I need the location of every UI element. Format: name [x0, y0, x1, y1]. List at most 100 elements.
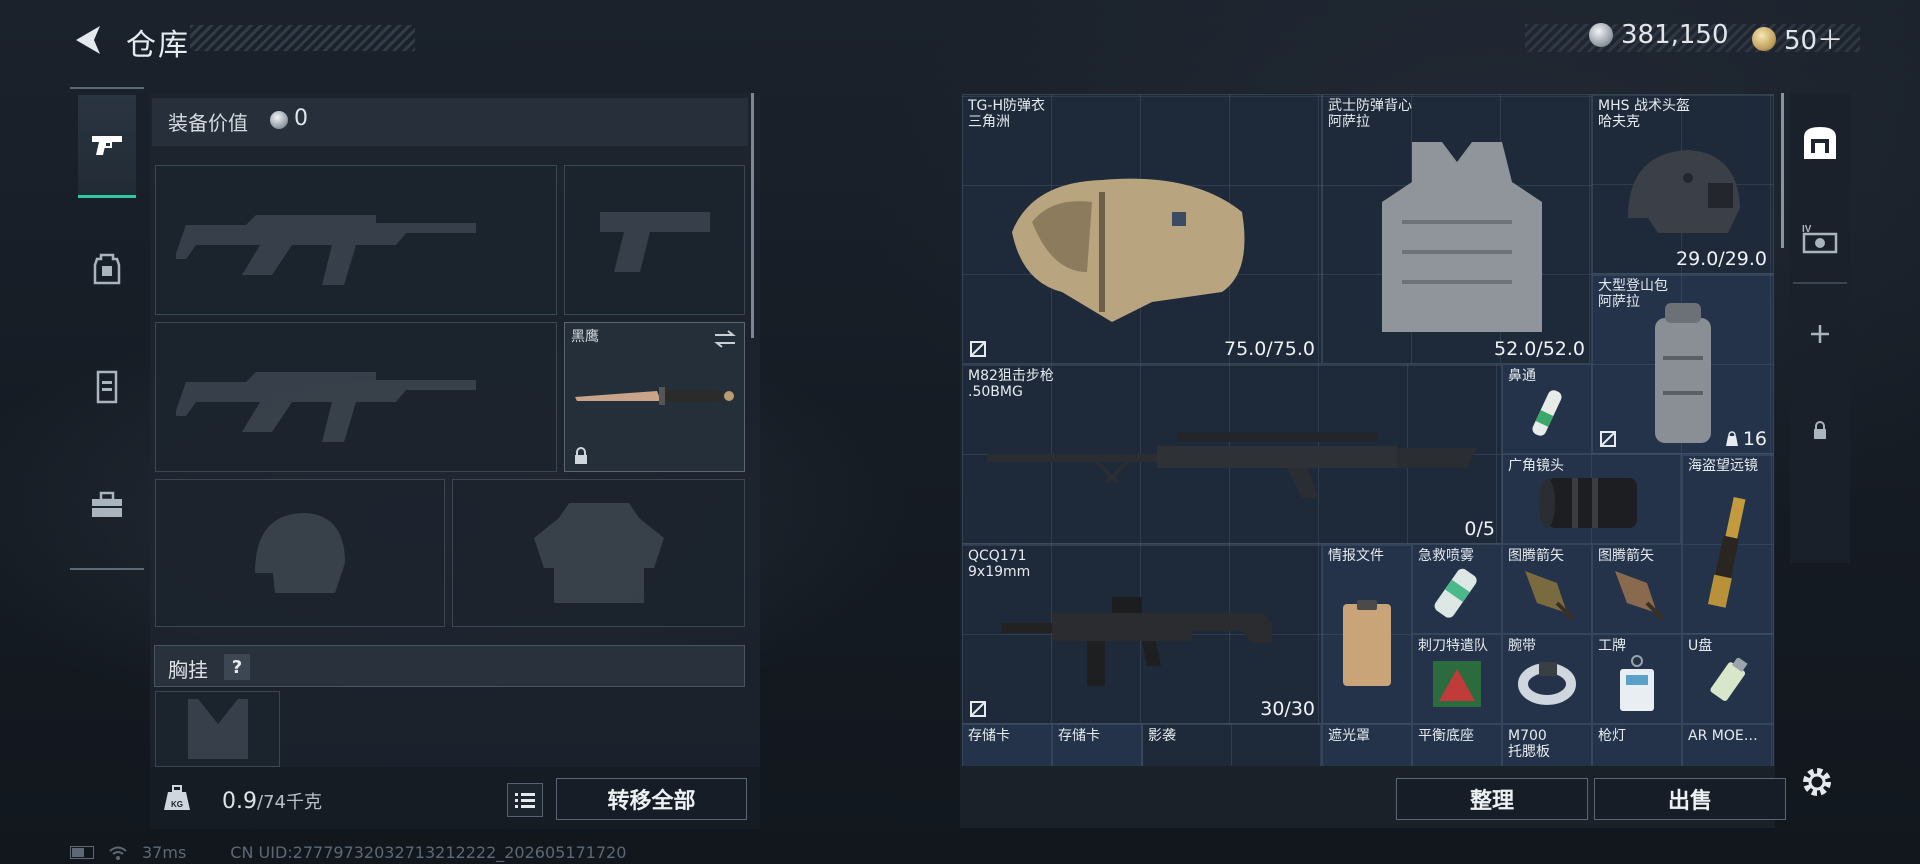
weight-icon: KG — [162, 783, 192, 813]
item-name: TG-H防弹衣 — [968, 98, 1045, 114]
silver-amount: 381,150 — [1621, 20, 1729, 50]
arrowhead-icon — [1615, 571, 1665, 621]
sell-button[interactable]: 出售 — [1594, 778, 1786, 820]
help-button[interactable]: ? — [224, 654, 250, 680]
current-weight: 0.9 — [222, 789, 257, 814]
melee-slot[interactable]: 黑鹰 — [564, 322, 745, 472]
list-icon — [515, 793, 535, 808]
item-name: 平衡底座 — [1418, 728, 1474, 744]
stash-item-ar-moe[interactable]: AR MOE… — [1682, 724, 1774, 766]
back-icon[interactable] — [70, 22, 106, 58]
wristband-icon — [1518, 662, 1576, 706]
stash-item-mhs-helmet[interactable]: MHS 战术头盔 哈夫克 29.0/29.0 — [1592, 94, 1774, 274]
side-tab-locked[interactable] — [1792, 408, 1848, 452]
rifle-silhouette-icon — [176, 215, 476, 285]
item-origin: 托腮板 — [1508, 744, 1550, 760]
helmet-slot[interactable] — [155, 479, 445, 627]
stash-item-samurai-vest[interactable]: 武士防弹背心 阿萨拉 52.0/52.0 — [1322, 94, 1592, 364]
armor-silhouette-icon — [533, 503, 664, 603]
stash-item-totem-arrow-1[interactable]: 图腾箭矢 — [1502, 544, 1592, 634]
primary-weapon-slot[interactable] — [155, 165, 557, 315]
body-armor-slot[interactable] — [452, 479, 745, 627]
stash-grid: TG-H防弹衣 三角洲 75.0/75.0 武士防弹背心 阿萨拉 52.0/52… — [962, 94, 1774, 766]
rifle-silhouette-icon — [176, 372, 476, 442]
item-origin: .50BMG — [968, 384, 1023, 400]
secondary-weapon-slot[interactable] — [155, 322, 557, 472]
item-origin: 三角洲 — [968, 114, 1010, 130]
item-name: 广角镜头 — [1508, 458, 1564, 474]
swap-icon[interactable] — [713, 329, 737, 349]
stash-item-qcq171[interactable]: QCQ171 9x19mm 30/30 — [962, 544, 1322, 724]
stash-item-tgh-armor[interactable]: TG-H防弹衣 三角洲 75.0/75.0 — [962, 94, 1322, 364]
ping: 37ms — [142, 843, 187, 862]
nav-tab-weapons[interactable] — [78, 95, 136, 198]
item-name: 存储卡 — [968, 728, 1010, 744]
gold-currency[interactable]: 50＋ — [1752, 20, 1843, 57]
stash-item-bayonet-squad[interactable]: 刺刀特遣队 — [1412, 634, 1502, 724]
item-durability: 29.0/29.0 — [1675, 248, 1767, 270]
stash-item-usb-drive[interactable]: U盘 — [1682, 634, 1774, 724]
stash-item-nasal-inhaler[interactable]: 鼻通 — [1502, 364, 1592, 454]
stash-item-m700-cheek-rest[interactable]: M700 托腮板 — [1502, 724, 1592, 766]
sort-button[interactable]: 整理 — [1396, 778, 1588, 820]
side-tab-gallery[interactable]: IV — [1792, 210, 1848, 266]
silver-coin-icon — [1589, 23, 1613, 47]
divider — [1793, 282, 1847, 284]
item-name: 图腾箭矢 — [1598, 548, 1654, 564]
stash-item-intel-file[interactable]: 情报文件 — [1322, 544, 1412, 724]
stash-item-wristband[interactable]: 腕带 — [1502, 634, 1592, 724]
chest-rig-icon — [96, 370, 118, 404]
status-bar: 37ms CN UID:27779732032713212222_2026051… — [70, 843, 626, 862]
svg-text:KG: KG — [171, 800, 183, 809]
badge-icon — [1620, 655, 1654, 712]
pistol-icon — [92, 136, 122, 155]
item-name: 腕带 — [1508, 638, 1536, 654]
stash-item-balance-base[interactable]: 平衡底座 — [1412, 724, 1502, 766]
no-insurance-icon — [970, 341, 986, 357]
clipboard-icon — [1343, 599, 1391, 686]
camera-lens-icon — [1539, 478, 1637, 529]
stash-item-work-badge[interactable]: 工牌 — [1592, 634, 1682, 724]
item-name: M82狙击步枪 — [968, 368, 1054, 384]
item-name: 影袭 — [1148, 728, 1176, 744]
sidearm-slot[interactable] — [564, 165, 745, 315]
item-count: 16 — [1725, 428, 1767, 450]
side-tab-stash[interactable] — [1792, 115, 1848, 171]
nav-tab-chest-rig[interactable] — [78, 337, 136, 437]
vest-icon — [1382, 142, 1542, 333]
nav-tab-backpack[interactable] — [78, 219, 136, 319]
stash-item-lens-hood[interactable]: 遮光罩 — [1322, 724, 1412, 766]
stash-item-memory-card-2[interactable]: 存储卡 — [1052, 724, 1142, 766]
stash-item-totem-arrow-2[interactable]: 图腾箭矢 — [1592, 544, 1682, 634]
stash-item-gun-light[interactable]: 枪灯 — [1592, 724, 1682, 766]
chest-rig-label: 胸挂 — [168, 658, 208, 682]
transfer-all-button[interactable]: 转移全部 — [556, 778, 747, 820]
helmet-icon — [1628, 149, 1740, 233]
wifi-icon — [109, 846, 127, 860]
item-name: 情报文件 — [1328, 548, 1384, 564]
chest-rig-slot[interactable] — [155, 691, 280, 767]
helmet-silhouette-icon — [255, 513, 345, 593]
pistol-silhouette-icon — [599, 212, 710, 272]
side-tab-add[interactable] — [1792, 310, 1848, 358]
scrollbar[interactable] — [751, 93, 754, 338]
list-view-button[interactable] — [507, 783, 543, 817]
item-name: 急救喷雾 — [1418, 548, 1474, 564]
stash-item-pirate-spyglass[interactable]: 海盗望远镜 — [1682, 454, 1774, 634]
stash-item-memory-card-1[interactable]: 存储卡 — [962, 724, 1052, 766]
stash-item-large-backpack[interactable]: 大型登山包 阿萨拉 16 — [1592, 274, 1774, 454]
stash-item-first-aid-spray[interactable]: 急救喷雾 — [1412, 544, 1502, 634]
gear-icon[interactable] — [1799, 764, 1835, 800]
item-durability: 75.0/75.0 — [1223, 338, 1315, 360]
nav-tab-toolbox[interactable] — [78, 455, 136, 555]
scrollbar[interactable] — [1781, 93, 1784, 248]
stash-item-m82-rifle[interactable]: M82狙击步枪 .50BMG 0/5 — [962, 364, 1502, 544]
lock-icon — [1814, 421, 1826, 439]
sniper-rifle-icon — [987, 431, 1477, 498]
title-decoration — [190, 25, 415, 51]
stash-item-shadow-strike[interactable]: 影袭 — [1142, 724, 1322, 766]
item-ammo: 30/30 — [1260, 698, 1315, 720]
item-name: 图腾箭矢 — [1508, 548, 1564, 564]
silver-coin-icon — [270, 111, 288, 129]
stash-item-wide-lens[interactable]: 广角镜头 — [1502, 454, 1682, 544]
